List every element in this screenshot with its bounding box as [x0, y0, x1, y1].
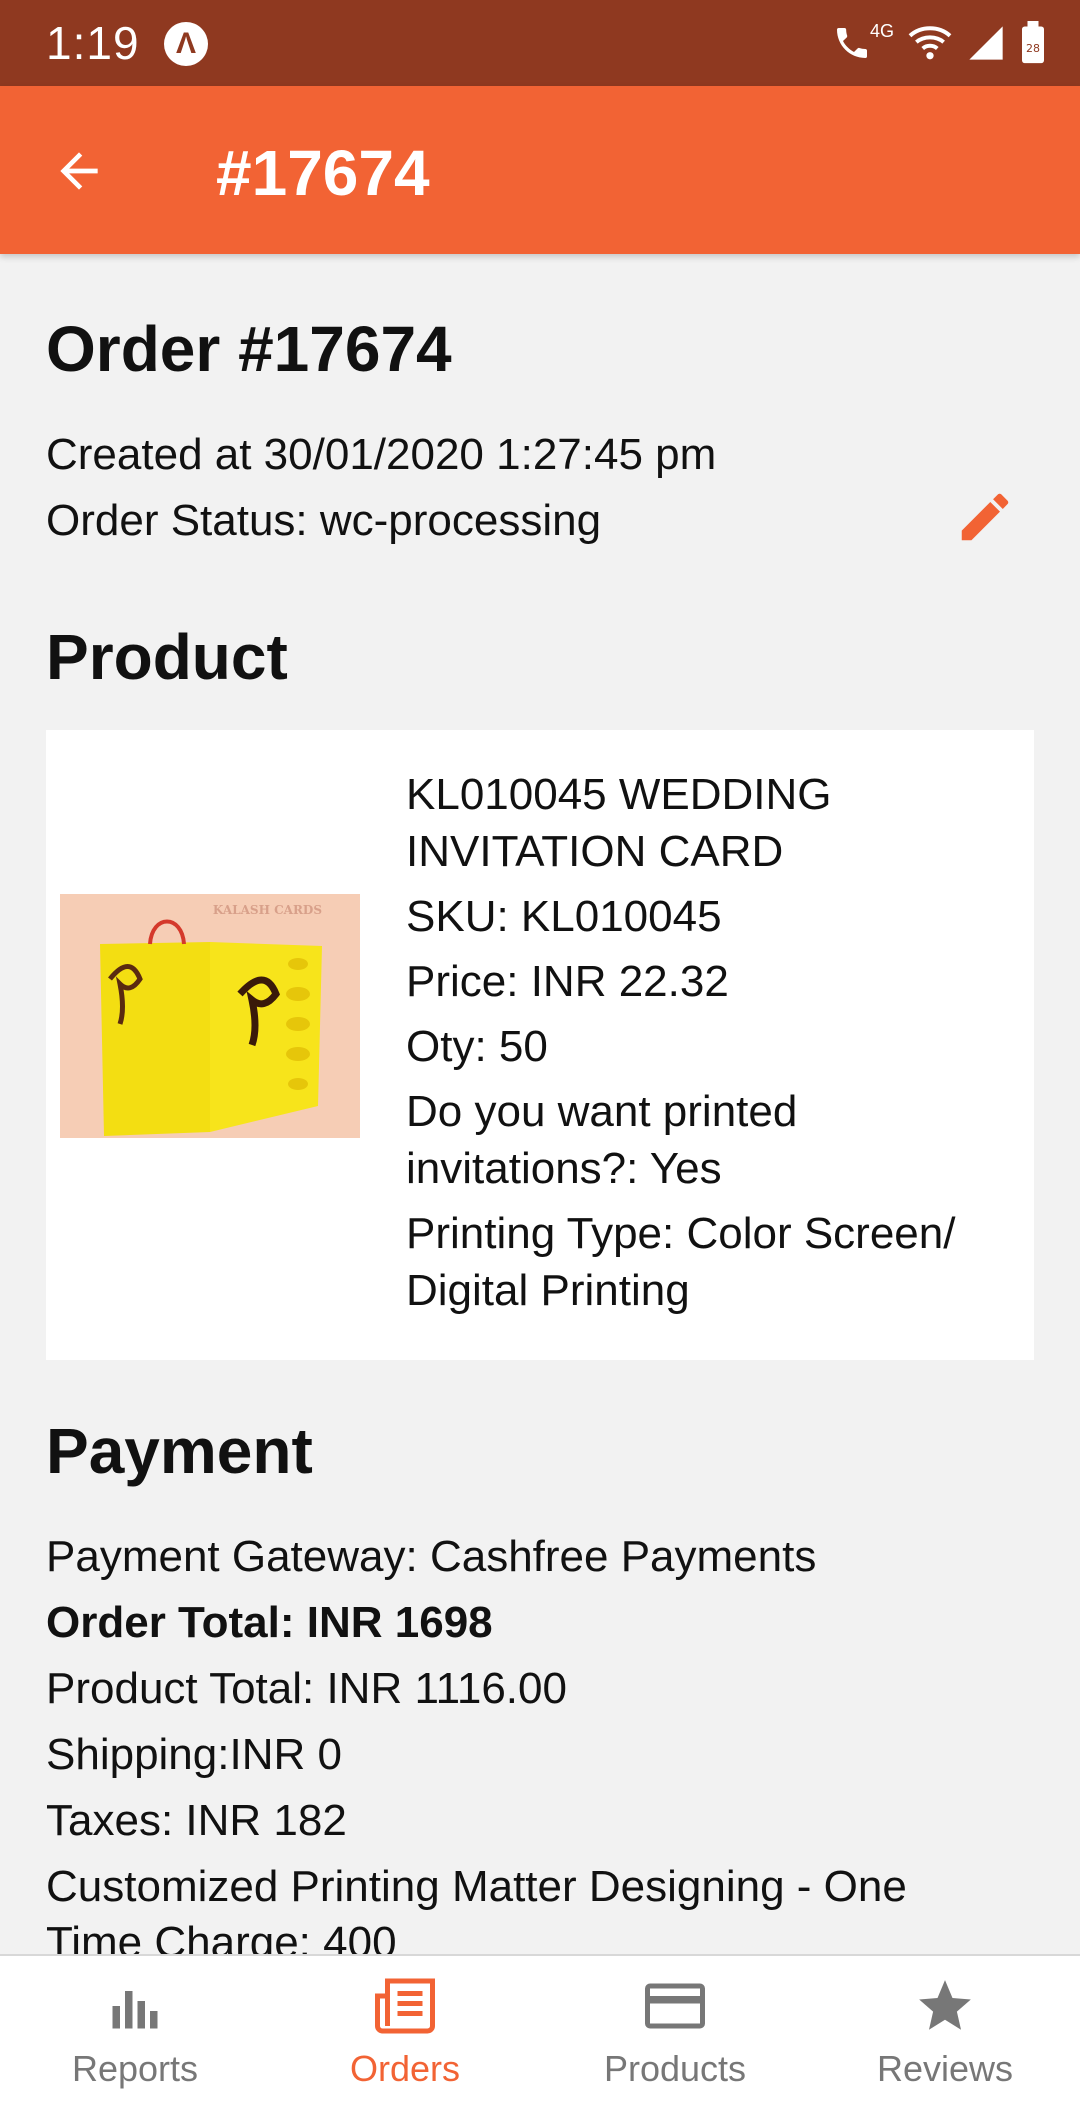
- status-bar: 1:19 Λ 4G 28: [0, 0, 1080, 86]
- nav-reports[interactable]: Reports: [0, 1956, 270, 2102]
- app-notification-icon: Λ: [164, 22, 208, 66]
- payment-section-heading: Payment: [46, 1415, 313, 1487]
- product-qty: Oty: 50: [406, 1022, 548, 1071]
- bottom-navigation: Reports Orders Products Reviews: [0, 1954, 1080, 2102]
- payment-gateway: Payment Gateway: Cashfree Payments: [46, 1532, 817, 1581]
- card-icon: [642, 1974, 708, 2038]
- status-time: 1:19: [46, 17, 140, 69]
- app-bar-title: #17674: [216, 137, 430, 209]
- brand-watermark: KALASH CARDS: [213, 903, 322, 917]
- product-printing-type: Printing Type: Color Screen/ Digital Pri…: [406, 1209, 956, 1315]
- product-card[interactable]: KALASH CARDS KL010045 WEDDING INVITATION…: [46, 730, 1034, 1360]
- app-bar: #17674: [0, 86, 1080, 254]
- back-button[interactable]: [44, 136, 114, 206]
- edit-status-button[interactable]: [950, 482, 1020, 552]
- custom-charge-line-1: Customized Printing Matter Designing - O…: [46, 1862, 907, 1911]
- nav-reviews[interactable]: Reviews: [810, 1956, 1080, 2102]
- product-image: KALASH CARDS: [60, 894, 360, 1138]
- shipping-cost: Shipping:INR 0: [46, 1730, 342, 1779]
- pencil-icon: [961, 493, 1009, 541]
- product-section-heading: Product: [46, 621, 288, 693]
- order-heading: Order #17674: [46, 313, 452, 385]
- network-type: 4G: [869, 20, 894, 41]
- order-total: Order Total: INR 1698: [46, 1598, 493, 1647]
- wifi-call-icon: [832, 23, 872, 63]
- status-icons: 4G 28: [832, 18, 1046, 68]
- signal-icon: [966, 23, 1006, 63]
- star-icon: [914, 1974, 976, 2038]
- wifi-icon: [908, 23, 952, 63]
- bar-chart-icon: [105, 1974, 165, 2038]
- nav-products-label: Products: [603, 2048, 747, 2089]
- order-status: Order Status: wc-processing: [46, 496, 602, 545]
- receipt-icon: [372, 1974, 438, 2038]
- product-printed-option: Do you want printed invitations?: Yes: [406, 1087, 798, 1193]
- nav-products[interactable]: Products: [540, 1956, 810, 2102]
- product-sku: SKU: KL010045: [406, 892, 722, 941]
- custom-charge-line-2: Time Charge: 400: [46, 1918, 397, 1954]
- product-name: KL010045 WEDDING INVITATION CARD: [406, 770, 832, 876]
- product-price: Price: INR 22.32: [406, 957, 729, 1006]
- nav-reviews-label: Reviews: [876, 2048, 1014, 2089]
- battery-icon: 28: [1020, 21, 1046, 65]
- nav-reports-label: Reports: [71, 2048, 199, 2089]
- product-info: KL010045 WEDDING INVITATION CARD SKU: KL…: [406, 766, 1016, 1327]
- taxes: Taxes: INR 182: [46, 1796, 347, 1845]
- arrow-back-icon: [60, 152, 98, 190]
- nav-orders-label: Orders: [349, 2048, 461, 2089]
- order-created: Created at 30/01/2020 1:27:45 pm: [46, 430, 717, 479]
- nav-orders[interactable]: Orders: [270, 1956, 540, 2102]
- product-total: Product Total: INR 1116.00: [46, 1664, 567, 1713]
- svg-text:28: 28: [1026, 42, 1040, 55]
- order-detail-content[interactable]: Order #17674 Created at 30/01/2020 1:27:…: [0, 254, 1080, 1954]
